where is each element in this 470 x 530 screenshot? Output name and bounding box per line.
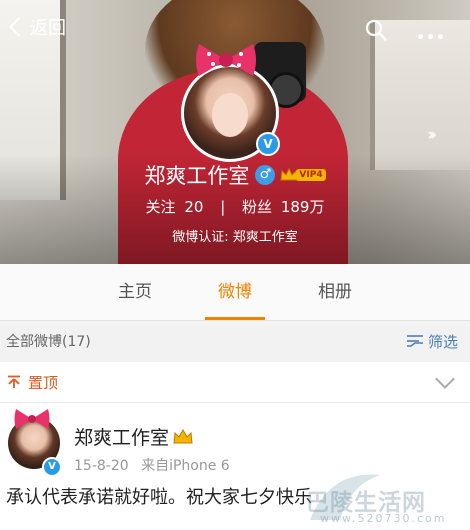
following-count[interactable]: 20 <box>184 198 203 216</box>
gender-male-icon: ♂ <box>255 165 276 185</box>
pinned-section[interactable]: 置顶 <box>0 362 470 403</box>
following-label[interactable]: 关注 <box>146 198 176 216</box>
bow-decoration-icon <box>196 44 256 76</box>
verification-text: 微博认证: 郑爽工作室 <box>172 230 298 245</box>
vip-crown-icon <box>173 428 193 443</box>
post-source: 来自iPhone 6 <box>141 458 230 474</box>
search-icon[interactable] <box>364 18 388 42</box>
post-text: 承认代表承诺就好啦。祝大家七夕快乐 <box>6 487 312 508</box>
double-chevron-icon[interactable]: ››› <box>427 125 438 145</box>
chevron-down-icon[interactable] <box>435 369 455 389</box>
verified-icon: V <box>256 132 280 156</box>
followers-label[interactable]: 粉丝 <box>242 198 272 216</box>
filter-button[interactable]: 筛选 <box>406 331 458 352</box>
post-author[interactable]: 郑爽工作室 <box>74 423 169 450</box>
bow-decoration-icon <box>14 409 50 429</box>
vip-level: VIP4 <box>296 169 326 181</box>
post-author-row: 郑爽工作室 <box>74 423 193 450</box>
profile-name-row: 郑爽工作室 ♂ VIP4 <box>0 160 470 190</box>
pinned-label: 置顶 <box>28 373 59 392</box>
chevron-left-icon <box>9 17 29 37</box>
filter-label: 筛选 <box>427 332 458 351</box>
back-label: 返回 <box>30 18 66 39</box>
pin-icon <box>8 375 20 388</box>
stats-row: 关注 20 | 粉丝 189万 <box>0 196 470 217</box>
filter-icon <box>406 335 423 347</box>
back-button[interactable]: 返回 <box>4 14 66 40</box>
list-header: 全部微博(17) 筛选 <box>0 321 470 361</box>
tab-home[interactable]: 主页 <box>85 264 185 320</box>
tab-weibo[interactable]: 微博 <box>185 264 285 320</box>
vip-badge[interactable]: VIP4 <box>280 168 326 182</box>
watermark-url: www.520730.com <box>320 512 447 525</box>
stats-divider: | <box>220 198 226 216</box>
post-date: 15-8-20 <box>74 458 129 474</box>
post-meta: 15-8-20 来自iPhone 6 <box>74 455 238 475</box>
post-count: 全部微博(17) <box>6 334 91 350</box>
followers-count[interactable]: 189万 <box>281 198 325 216</box>
profile-name: 郑爽工作室 <box>144 164 250 188</box>
background-window <box>370 20 470 170</box>
profile-tabs: 主页 微博 相册 <box>0 264 470 321</box>
tab-album[interactable]: 相册 <box>285 264 385 320</box>
verified-icon: V <box>42 457 62 477</box>
more-icon[interactable] <box>418 24 448 39</box>
